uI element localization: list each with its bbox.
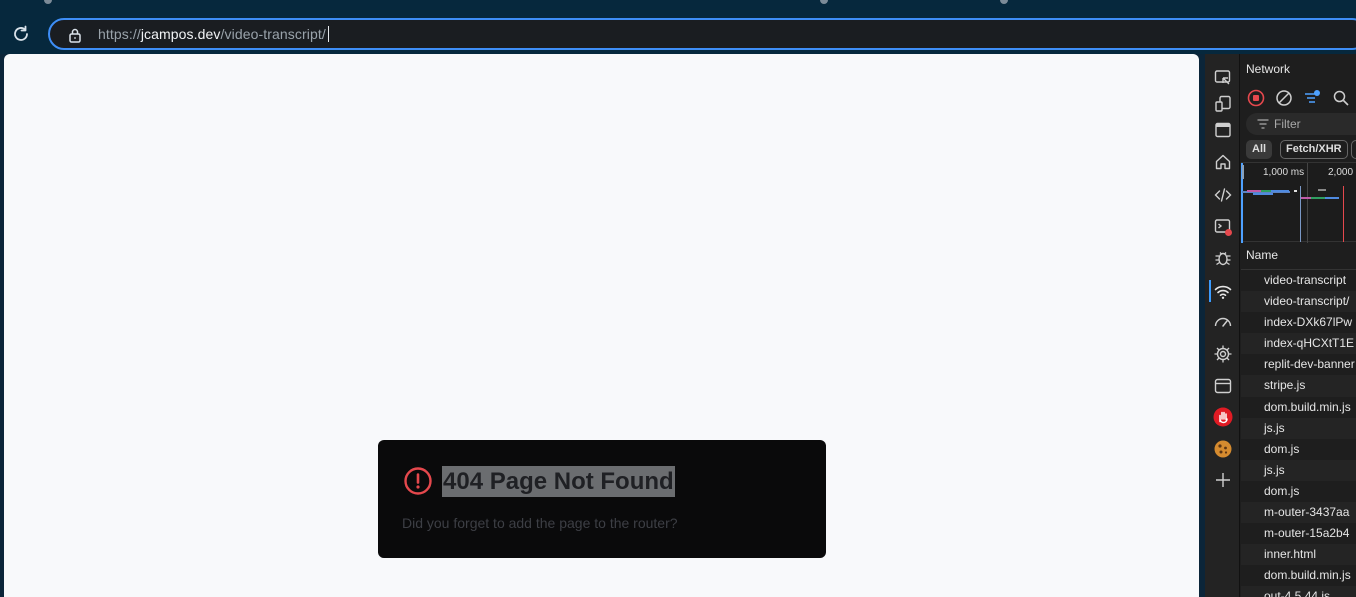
error-message: Did you forget to add the page to the ro…: [402, 515, 678, 531]
welcome-panel-icon[interactable]: [1213, 120, 1233, 140]
filter-input[interactable]: Filter: [1246, 113, 1356, 135]
request-row[interactable]: dom.js: [1241, 481, 1356, 502]
error-title: 404 Page Not Found: [442, 466, 675, 497]
error-card: 404 Page Not Found Did you forget to add…: [378, 440, 826, 558]
console-icon[interactable]: [1213, 217, 1233, 237]
request-row[interactable]: dom.js: [1241, 439, 1356, 460]
request-row[interactable]: inner.html: [1241, 544, 1356, 566]
name-column-label: Name: [1246, 248, 1279, 262]
url-scheme: https://: [98, 26, 141, 42]
request-row[interactable]: video-transcript: [1241, 270, 1356, 291]
record-stop-icon[interactable]: [1247, 89, 1265, 107]
network-panel: Network Filter All Fetch/XHR 1,000 ms 2,…: [1241, 54, 1356, 597]
network-wifi-icon[interactable]: [1213, 281, 1233, 301]
tab-strip: [0, 0, 1356, 14]
filter-placeholder: Filter: [1274, 117, 1301, 131]
type-filter-fetch-xhr[interactable]: Fetch/XHR: [1280, 140, 1348, 159]
request-list: video-transcript video-transcript/ index…: [1241, 270, 1356, 597]
browser-window: https://jcampos.dev/video-transcript/ 40…: [0, 0, 1356, 597]
browser-toolbar: https://jcampos.dev/video-transcript/: [0, 14, 1356, 54]
type-filter-all[interactable]: All: [1246, 140, 1273, 159]
network-panel-title[interactable]: Network: [1246, 62, 1290, 76]
search-icon[interactable]: [1332, 89, 1350, 107]
filter-lines-icon: [1257, 119, 1269, 129]
devtools-tool-rail: [1205, 54, 1240, 597]
alert-circle-icon: [404, 467, 432, 495]
filter-settings-icon[interactable]: [1303, 89, 1321, 107]
stop-hand-extension-icon[interactable]: [1213, 407, 1233, 427]
active-tool-indicator: [1209, 280, 1211, 302]
text-caret: [327, 26, 329, 42]
url-host: jcampos.dev: [140, 26, 221, 42]
add-tool-plus-icon[interactable]: [1213, 470, 1233, 490]
request-row[interactable]: index-qHCXtT1E: [1241, 333, 1356, 355]
tab-indicator: [820, 0, 828, 4]
request-row[interactable]: js.js: [1241, 459, 1356, 481]
cookie-icon[interactable]: [1213, 439, 1233, 459]
performance-gauge-icon[interactable]: [1213, 312, 1233, 332]
request-row[interactable]: m-outer-15a2b4: [1241, 523, 1356, 544]
clear-icon[interactable]: [1275, 89, 1293, 107]
address-bar[interactable]: https://jcampos.dev/video-transcript/: [48, 18, 1356, 50]
tab-indicator: [1000, 0, 1008, 4]
url-text[interactable]: https://jcampos.dev/video-transcript/: [98, 26, 329, 42]
timeline-waterfall: [1242, 165, 1344, 242]
devtools-pane: Network Filter All Fetch/XHR 1,000 ms 2,…: [1205, 54, 1356, 597]
device-mode-icon[interactable]: [1213, 94, 1233, 114]
request-row[interactable]: video-transcript/: [1241, 291, 1356, 313]
lock-icon[interactable]: [68, 27, 82, 43]
request-row[interactable]: dom.build.min.js: [1241, 565, 1356, 586]
elements-code-icon[interactable]: [1213, 185, 1233, 205]
request-row[interactable]: js.js: [1241, 417, 1356, 439]
request-row[interactable]: out-4.5.44.js: [1241, 586, 1356, 597]
inspect-element-icon[interactable]: [1213, 68, 1233, 88]
request-row[interactable]: dom.build.min.js: [1241, 397, 1356, 418]
request-row[interactable]: stripe.js: [1241, 375, 1356, 397]
network-overview-timeline[interactable]: 1,000 ms 2,000: [1241, 162, 1356, 243]
home-icon[interactable]: [1213, 152, 1233, 172]
memory-chip-icon[interactable]: [1213, 344, 1233, 364]
request-row[interactable]: m-outer-3437aa: [1241, 502, 1356, 524]
request-row[interactable]: index-DXk67lPw: [1241, 312, 1356, 333]
request-row[interactable]: replit-dev-banner: [1241, 354, 1356, 375]
name-column-header[interactable]: Name: [1241, 242, 1356, 270]
reload-icon[interactable]: [11, 24, 31, 44]
tab-indicator: [44, 0, 52, 4]
type-filter-more[interactable]: [1351, 140, 1356, 159]
bug-icon[interactable]: [1213, 248, 1233, 268]
url-path: /video-transcript/: [220, 26, 326, 42]
application-window-icon[interactable]: [1213, 376, 1233, 396]
page-viewport: 404 Page Not Found Did you forget to add…: [4, 54, 1199, 597]
